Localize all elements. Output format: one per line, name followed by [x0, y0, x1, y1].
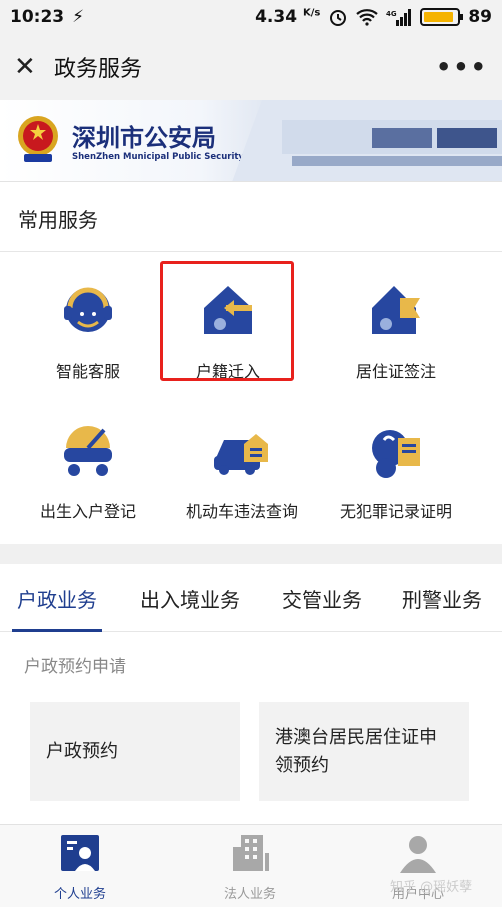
status-time: 10:23 [10, 7, 65, 27]
highlight-box [160, 261, 294, 381]
bottom-nav-corporate[interactable]: 法人业务 [190, 833, 310, 902]
residence-permit-icon [372, 286, 420, 334]
business-tabs: 户政业务 出入境业务 交管业务 刑警业务 [0, 564, 502, 632]
section-title: 户政预约申请 [24, 657, 126, 677]
wifi-icon [356, 9, 379, 26]
building-icon [233, 835, 269, 871]
service-customer-service[interactable]: 智能客服 [8, 278, 168, 382]
police-banner: 深圳市公安局 ShenZhen Municipal Public Securit… [0, 100, 502, 182]
page-title: 政务服务 [54, 57, 143, 82]
service-label: 无犯罪记录证明 [339, 502, 452, 521]
bottom-nav-label: 法人业务 [223, 887, 276, 902]
customer-service-icon [64, 287, 112, 332]
police-emblem-icon [18, 116, 58, 162]
bureau-name-cn: 深圳市公安局 [72, 124, 216, 152]
user-icon [400, 836, 436, 873]
banner-decoration [232, 100, 502, 181]
card-hk-macao-taiwan-residence[interactable]: 港澳台居民居住证申领预约 [259, 702, 469, 801]
common-services-title: 常用服务 [18, 208, 98, 232]
service-residence-permit[interactable]: 居住证签注 [316, 278, 476, 382]
status-bar: 10:23 ⚡ 4.34 K/s 4G 89 [0, 0, 502, 34]
tab-exit-entry[interactable]: 出入境业务 [134, 564, 246, 631]
bottom-nav-label: 个人业务 [53, 887, 106, 902]
birth-registration-icon [64, 426, 112, 476]
status-right: 4.34 K/s 4G 89 [255, 7, 492, 27]
signal-icon: 4G [386, 9, 412, 26]
tab-household[interactable]: 户政业务 [12, 564, 102, 632]
service-birth-registration[interactable]: 出生入户登记 [8, 418, 168, 522]
vehicle-violation-icon [214, 434, 268, 475]
network-speed: 4.34 K/s [255, 7, 321, 27]
no-criminal-record-icon [372, 430, 420, 478]
more-icon[interactable]: ••• [436, 53, 488, 81]
title-bar: ✕ 政务服务 ••• [0, 34, 502, 100]
alarm-icon [330, 10, 347, 26]
svg-text:4G: 4G [386, 10, 397, 18]
service-vehicle-violation[interactable]: 机动车违法查询 [162, 418, 322, 522]
tab-traffic[interactable]: 交管业务 [277, 564, 367, 631]
card-household-appointment[interactable]: 户政预约 [30, 702, 240, 801]
bottom-nav-personal[interactable]: 个人业务 [20, 833, 140, 902]
tab-criminal[interactable]: 刑警业务 [397, 564, 487, 631]
service-label: 出生入户登记 [39, 502, 136, 521]
charging-icon: ⚡ [72, 7, 85, 27]
common-services-header: 常用服务 [0, 182, 502, 252]
battery-percent: 89 [468, 7, 492, 27]
watermark: 知乎 @瑶妖孽 [390, 880, 473, 895]
service-label: 智能客服 [55, 362, 120, 381]
service-no-criminal-record[interactable]: 无犯罪记录证明 [316, 418, 476, 522]
service-label: 居住证签注 [355, 362, 436, 381]
service-label: 机动车违法查询 [185, 502, 298, 521]
battery-icon [420, 8, 464, 26]
section-divider [0, 544, 502, 564]
close-icon[interactable]: ✕ [14, 52, 44, 82]
person-card-icon [61, 835, 99, 871]
